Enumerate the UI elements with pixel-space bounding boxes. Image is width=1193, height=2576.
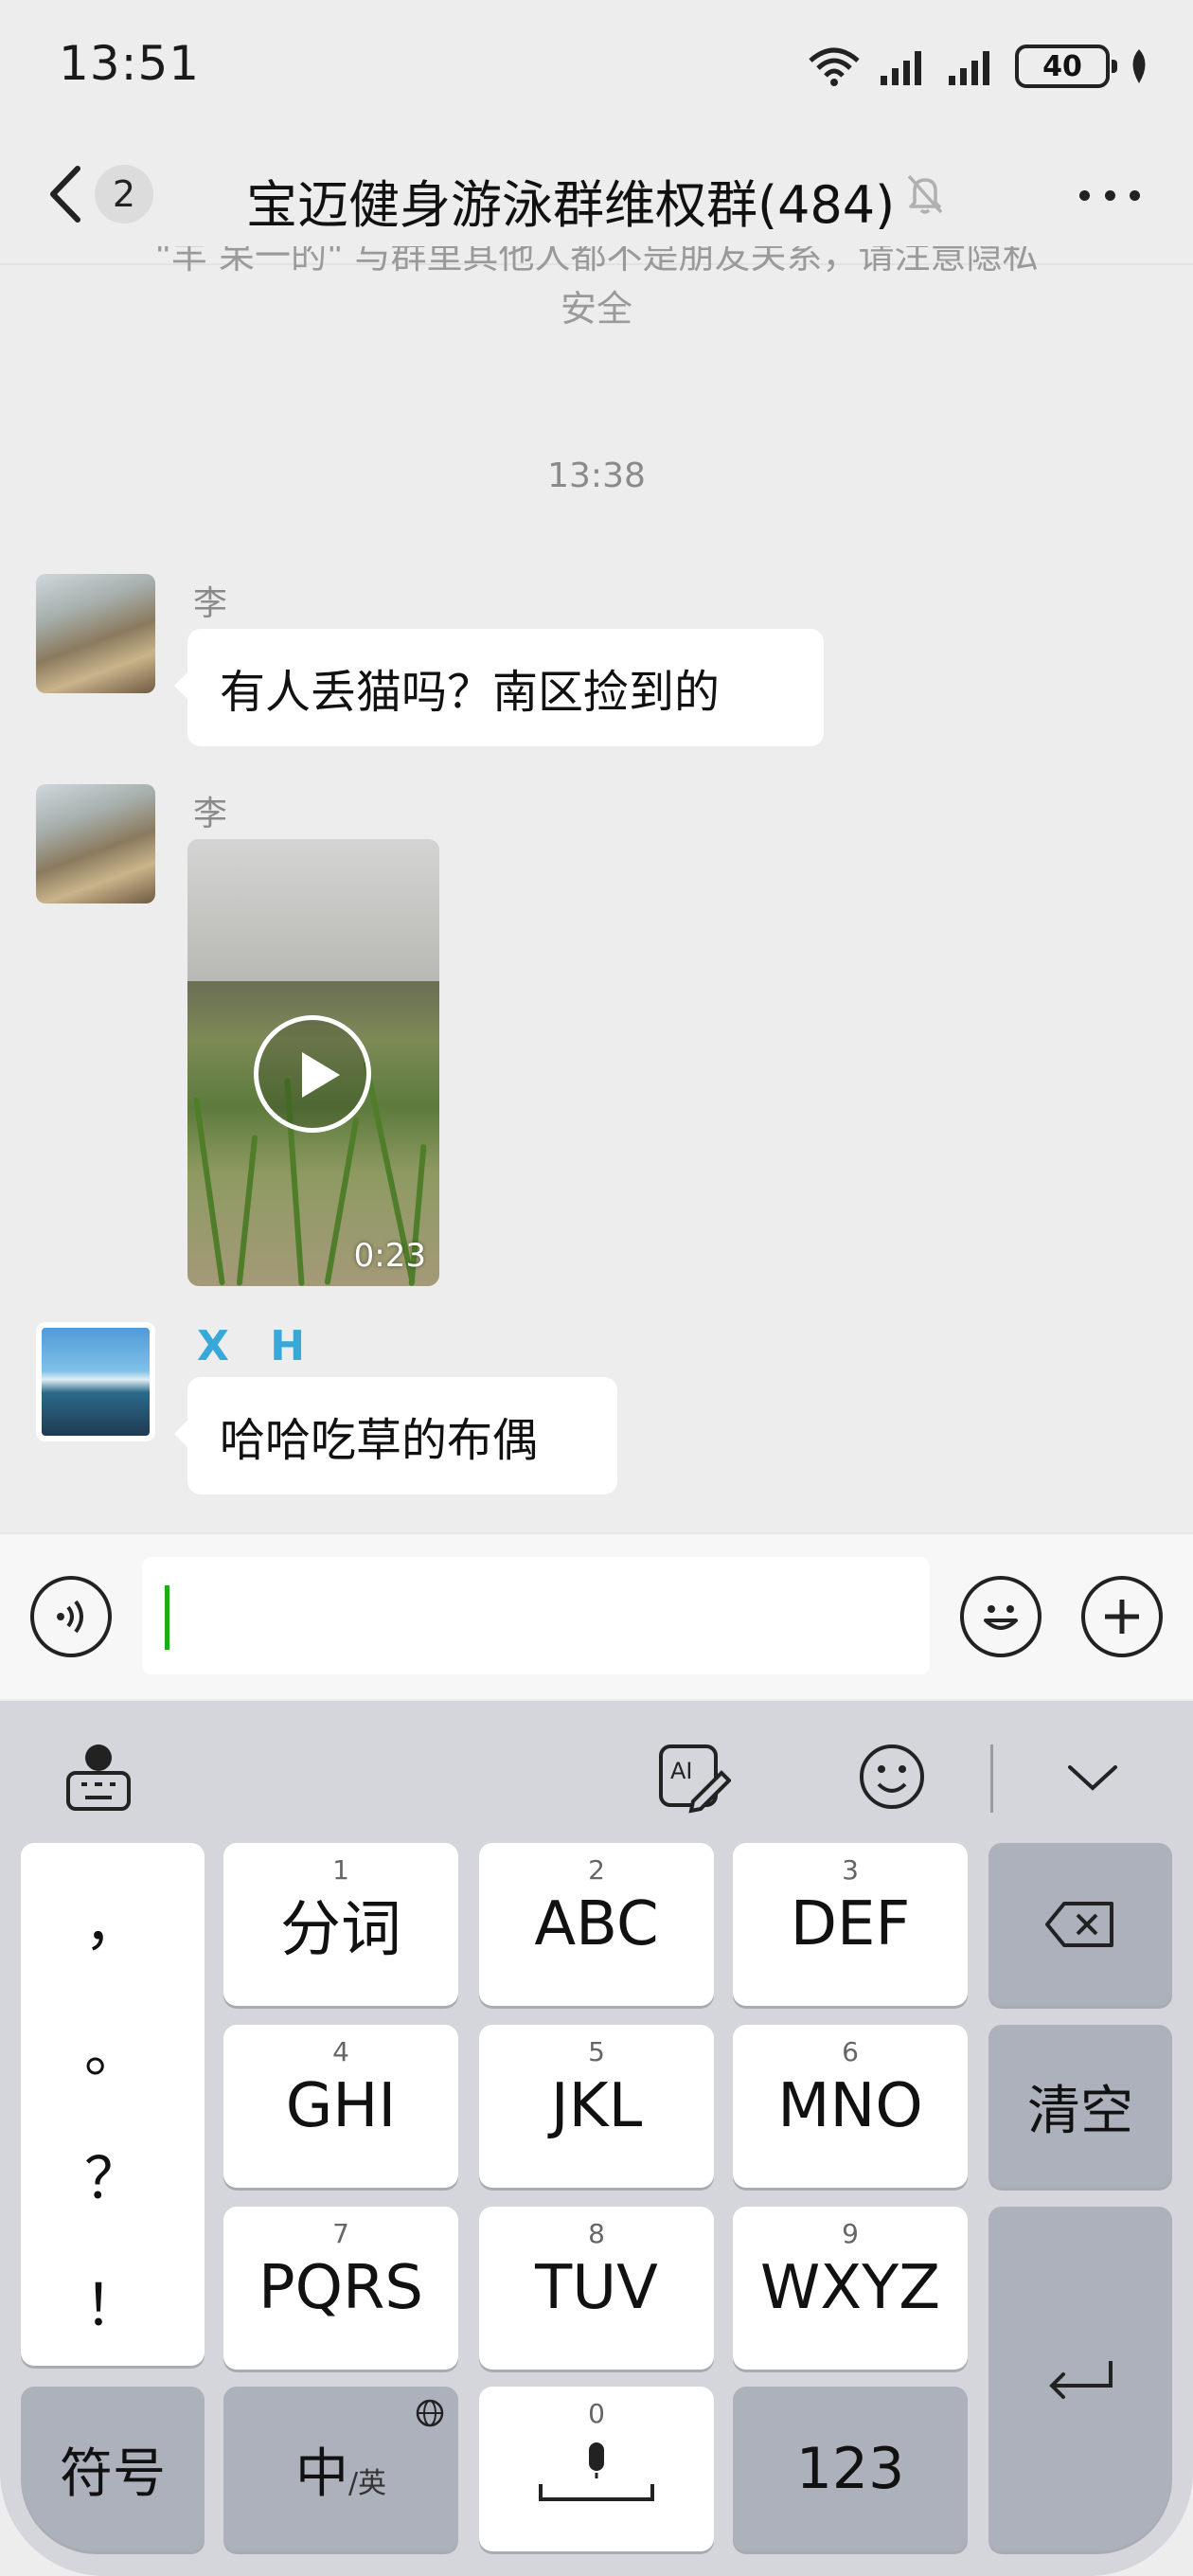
keyboard-emoji-button[interactable] (854, 1739, 930, 1815)
power-saving-leaf-icon (1132, 49, 1146, 83)
globe-icon (416, 2399, 444, 2427)
punctuation-list: ， 。 ？ ！ (21, 1843, 205, 2366)
punct-period[interactable]: 。 (21, 2006, 205, 2088)
avatar[interactable] (36, 574, 155, 693)
video-duration: 0:23 (353, 1237, 426, 1275)
backspace-icon (1045, 1902, 1113, 1947)
key-1[interactable]: 1 分词 (223, 1843, 458, 2006)
unread-count-badge[interactable]: 2 (95, 165, 153, 224)
key-2[interactable]: 2 ABC (479, 1843, 714, 2006)
key-4[interactable]: 4 GHI (223, 2025, 458, 2188)
sender-name: 李 (193, 795, 228, 833)
key-5[interactable]: 5 JKL (479, 2025, 714, 2188)
space-key[interactable]: 0 (479, 2387, 714, 2551)
ai-writing-button[interactable]: AI (655, 1739, 731, 1815)
backspace-key[interactable] (988, 1843, 1172, 2006)
more-options-button[interactable] (1079, 188, 1140, 203)
system-notice-line2: 安全 (560, 288, 632, 330)
battery-indicator: 40 (1015, 45, 1117, 88)
signal-icon (881, 51, 921, 85)
key-7[interactable]: 7 PQRS (223, 2207, 458, 2370)
status-icons: 40 (807, 42, 1151, 91)
mute-bell-icon (907, 174, 943, 214)
key-3[interactable]: 3 DEF (733, 1843, 968, 2006)
numeric-key[interactable]: 123 (733, 2387, 968, 2551)
video-thumbnail (187, 839, 439, 981)
chevron-down-icon (1068, 1765, 1117, 1791)
voice-input-button[interactable] (30, 1576, 112, 1657)
text-cursor (165, 1585, 169, 1650)
status-time: 13:51 (59, 36, 201, 91)
system-notice: "羊 呆一的" 与群里其他人都不是朋友关系，请注意隐私 安全 (104, 246, 1089, 352)
clear-key[interactable]: 清空 (988, 2025, 1172, 2188)
voice-icon (57, 1600, 83, 1634)
key-9[interactable]: 9 WXYZ (733, 2207, 968, 2370)
emoji-icon (984, 1605, 1018, 1630)
sender-name: 李 (193, 584, 228, 623)
ai-pen-icon: AI (659, 1744, 731, 1814)
mic-space-icon (539, 2442, 654, 2501)
plus-icon (1105, 1600, 1139, 1634)
signal-icon-2 (949, 51, 989, 85)
toolbar-divider (990, 1744, 993, 1813)
message-bubble[interactable]: 哈哈吃草的布偶 (174, 1377, 617, 1494)
enter-icon (1049, 2361, 1113, 2399)
wifi-icon (809, 47, 860, 86)
message-input[interactable] (142, 1557, 930, 1674)
video-message[interactable]: 0:23 (187, 839, 439, 1286)
punct-comma[interactable]: ， (21, 1879, 205, 1961)
language-switch-key[interactable]: 中/英 (223, 2387, 458, 2551)
keyboard-globe-icon (66, 1744, 131, 1811)
enter-key[interactable] (988, 2207, 1172, 2551)
svg-text:AI: AI (670, 1758, 693, 1784)
keyboard-settings-button[interactable] (61, 1739, 136, 1815)
key-8[interactable]: 8 TUV (479, 2207, 714, 2370)
avatar[interactable] (36, 1322, 155, 1441)
sender-name: X H (197, 1322, 319, 1370)
punct-question[interactable]: ？ (21, 2133, 205, 2215)
system-notice-line1: "羊 呆一的" 与群里其他人都不是朋友关系，请注意隐私 (154, 246, 1039, 277)
emoji-button[interactable] (960, 1576, 1042, 1657)
time-separator: 13:38 (547, 456, 646, 495)
avatar[interactable] (36, 784, 155, 903)
collapse-keyboard-button[interactable] (1055, 1739, 1131, 1815)
message-bubble[interactable]: 有人丢猫吗？南区捡到的 (174, 629, 824, 746)
more-features-button[interactable] (1081, 1576, 1163, 1657)
key-6[interactable]: 6 MNO (733, 2025, 968, 2188)
play-icon[interactable] (254, 1015, 371, 1133)
punct-exclaim[interactable]: ！ (21, 2260, 205, 2342)
back-arrow-icon[interactable] (42, 161, 89, 227)
chat-title: 宝迈健身游泳群维权群(484) (246, 175, 896, 235)
symbols-key[interactable]: 符号 (21, 2387, 205, 2551)
smiley-icon (860, 1744, 924, 1809)
